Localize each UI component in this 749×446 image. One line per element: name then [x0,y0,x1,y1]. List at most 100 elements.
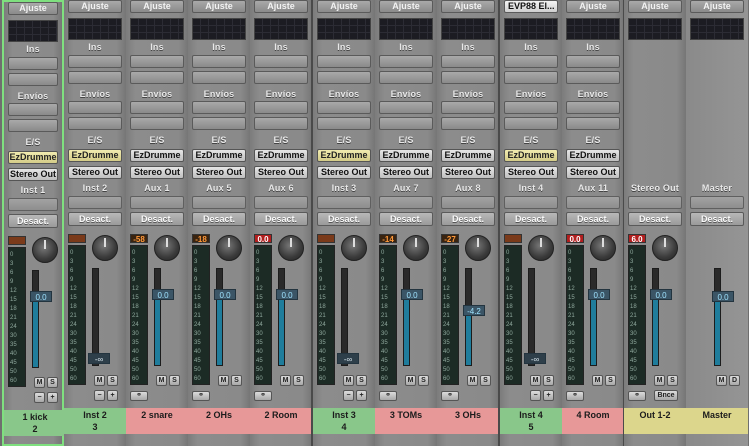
solo-button[interactable]: S [169,375,180,386]
send-slot[interactable] [504,117,558,130]
send-slot[interactable] [68,117,122,130]
mute-button[interactable]: M [530,375,541,386]
mute-button[interactable]: M [34,377,45,388]
group-slot[interactable] [441,196,495,209]
send-slot[interactable] [504,101,558,114]
output-slot[interactable]: Stereo Out [254,166,308,179]
pan-knob[interactable] [590,235,616,261]
insert-slot[interactable] [192,71,246,84]
output-slot[interactable]: Stereo Out [68,166,122,179]
channel-strip[interactable]: Ajuste Stereo Out Desact. 6.0 0 3 6 9 12 15 18 21 24… [624,0,686,446]
automation-mode-button[interactable]: Desact. [441,212,495,226]
send-slot[interactable] [379,117,433,130]
track-name[interactable]: 1 kick 2 [4,410,66,436]
insert-slot[interactable] [8,57,58,70]
mute-button[interactable]: M [343,375,354,386]
settings-button[interactable]: Ajuste [192,0,246,13]
mute-button[interactable]: M [467,375,478,386]
automation-mode-button[interactable]: Desact. [130,212,184,226]
track-name[interactable]: 3 OHs [437,408,499,434]
volume-value[interactable]: 0.0 [30,291,52,302]
automation-mode-button[interactable]: Desact. [68,212,122,226]
volume-fader[interactable] [341,268,348,366]
peak-indicator[interactable]: -27 [441,234,459,244]
input-slot[interactable]: EzDrumme [192,149,246,162]
solo-button[interactable]: S [605,375,616,386]
eq-display[interactable] [8,20,58,42]
mute-button[interactable]: M [716,375,727,386]
insert-slot[interactable] [379,71,433,84]
stereo-link-icon[interactable]: ⚭ [379,391,397,401]
settings-button[interactable]: Ajuste [441,0,495,13]
pan-knob[interactable] [216,235,242,261]
insert-slot[interactable] [441,71,495,84]
eq-display[interactable] [254,18,308,40]
automation-mode-button[interactable]: Desact. [504,212,558,226]
stereo-link-icon[interactable]: ⚭ [441,391,459,401]
output-slot[interactable]: Stereo Out [8,168,58,181]
insert-slot[interactable] [192,55,246,68]
insert-slot[interactable] [317,71,371,84]
send-slot[interactable] [8,119,58,132]
mute-button[interactable]: M [94,375,105,386]
group-slot[interactable] [379,196,433,209]
send-slot[interactable] [441,117,495,130]
track-name[interactable]: Inst 3 4 [313,408,375,434]
solo-button[interactable]: S [480,375,491,386]
pan-knob[interactable] [341,235,367,261]
track-name[interactable]: Inst 2 3 [64,408,126,434]
automation-mode-button[interactable]: Desact. [317,212,371,226]
solo-button[interactable]: S [667,375,678,386]
output-slot[interactable]: Stereo Out [566,166,620,179]
track-name[interactable]: Out 1-2 [624,408,686,434]
channel-strip[interactable]: Ajuste Ins Envíos E/S EzDrumme Stereo Out Aux … [562,0,624,446]
automation-mode-button[interactable]: Desact. [690,212,744,226]
minus-icon[interactable]: − [94,390,105,401]
settings-button[interactable]: Ajuste [317,0,371,13]
eq-display[interactable] [68,18,122,40]
peak-indicator[interactable] [8,236,26,245]
stereo-link-icon[interactable]: ⚭ [192,391,210,401]
eq-display[interactable] [566,18,620,40]
input-slot[interactable]: EzDrumme [441,149,495,162]
channel-strip[interactable]: Ajuste Ins Envíos E/S EzDrumme Stereo Out Inst… [313,0,375,446]
pan-knob[interactable] [465,235,491,261]
group-slot[interactable] [566,196,620,209]
group-slot[interactable] [130,196,184,209]
pan-knob[interactable] [528,235,554,261]
channel-strip[interactable]: Ajuste Ins Envíos E/S EzDrumme Stereo Out Aux … [126,0,188,446]
volume-value[interactable]: 0.0 [650,289,672,300]
bounce-button[interactable]: Bnce [654,390,678,401]
insert-slot[interactable] [317,55,371,68]
input-slot[interactable]: EzDrumme [504,149,558,162]
eq-display[interactable] [379,18,433,40]
automation-mode-button[interactable]: Desact. [379,212,433,226]
automation-mode-button[interactable]: Desact. [566,212,620,226]
volume-fader[interactable] [714,268,721,366]
volume-value[interactable]: 0.0 [276,289,298,300]
solo-button[interactable]: S [293,375,304,386]
insert-slot[interactable] [566,55,620,68]
solo-button[interactable]: S [543,375,554,386]
track-name[interactable]: Inst 4 5 [500,408,562,434]
volume-value[interactable]: -4.2 [463,305,485,316]
volume-fader[interactable] [590,268,597,366]
send-slot[interactable] [566,117,620,130]
group-slot[interactable] [254,196,308,209]
solo-button[interactable]: S [418,375,429,386]
volume-value[interactable]: 0.0 [588,289,610,300]
mute-button[interactable]: M [280,375,291,386]
minus-icon[interactable]: − [343,390,354,401]
input-slot[interactable]: EzDrumme [68,149,122,162]
send-slot[interactable] [130,101,184,114]
settings-button[interactable]: Ajuste [68,0,122,13]
settings-button[interactable]: Ajuste [254,0,308,13]
settings-button[interactable]: Ajuste [130,0,184,13]
output-slot[interactable]: Stereo Out [379,166,433,179]
track-name[interactable]: 2 OHs [188,408,250,434]
track-name[interactable]: Master [686,408,748,434]
send-slot[interactable] [192,117,246,130]
peak-indicator[interactable]: -18 [192,234,210,244]
plus-icon[interactable]: + [107,390,118,401]
volume-value[interactable]: 0.0 [214,289,236,300]
